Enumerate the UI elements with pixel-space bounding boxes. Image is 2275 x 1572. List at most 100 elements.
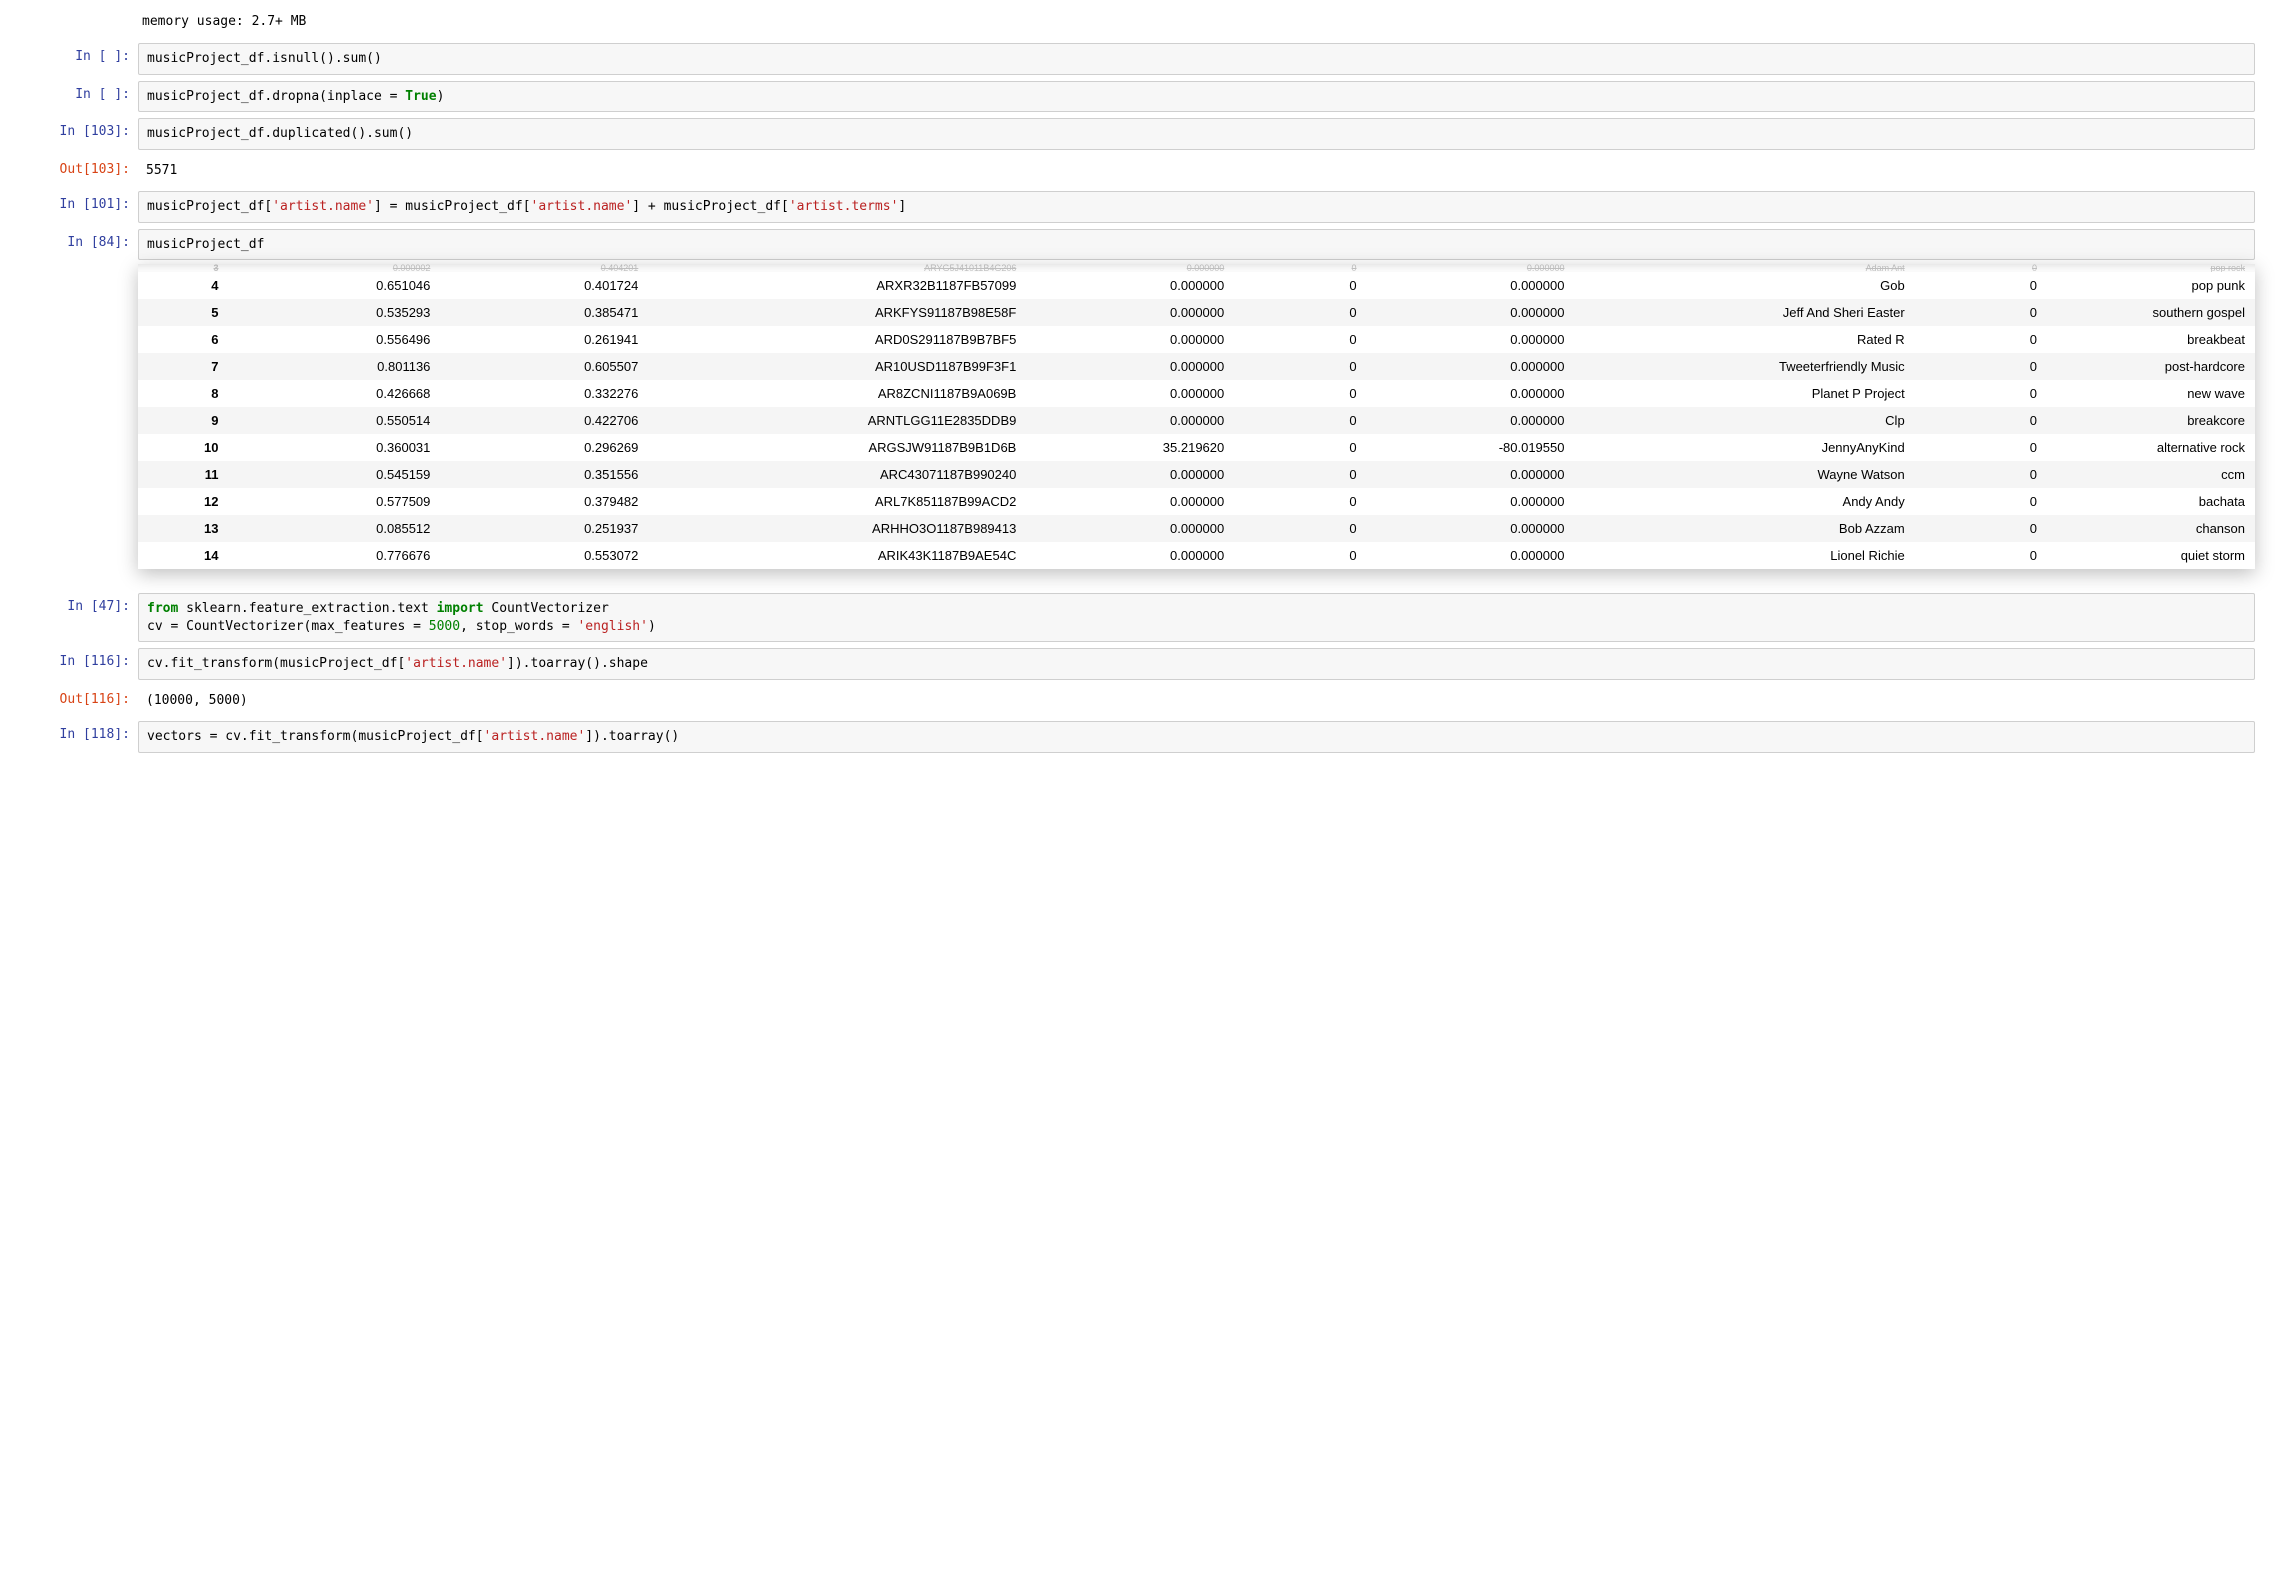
- cell: 0.535293: [233, 299, 441, 326]
- output-cell: 30.0000020.404201ARYG5J41011B4G2060.0000…: [20, 266, 2255, 569]
- output-text: (10000, 5000): [138, 686, 2255, 716]
- cell: quiet storm: [2047, 542, 2255, 569]
- cell: 0.651046: [233, 272, 441, 299]
- output-text: 5571: [138, 156, 2255, 186]
- code-cell: In [118]: vectors = cv.fit_transform(mus…: [20, 721, 2255, 753]
- cell: breakcore: [2047, 407, 2255, 434]
- cell: 0.556496: [233, 326, 441, 353]
- cell: 0.000000: [1367, 407, 1575, 434]
- cell: 0.332276: [440, 380, 648, 407]
- code-input[interactable]: musicProject_df: [138, 229, 2255, 261]
- code-input[interactable]: musicProject_df.dropna(inplace = True): [138, 81, 2255, 113]
- cell: 0.000000: [1026, 461, 1234, 488]
- row-index: 6: [138, 326, 233, 353]
- cell: Wayne Watson: [1574, 461, 1914, 488]
- row-index: 12: [138, 488, 233, 515]
- cell: Andy Andy: [1574, 488, 1914, 515]
- cell: 0.550514: [233, 407, 441, 434]
- cell: 0.000000: [1026, 272, 1234, 299]
- cell: JennyAnyKind: [1574, 434, 1914, 461]
- cell: 0.000000: [1367, 353, 1575, 380]
- cell: 0: [1234, 542, 1366, 569]
- cell: 0.261941: [440, 326, 648, 353]
- output-cell: Out[116]: (10000, 5000): [20, 686, 2255, 716]
- cell: 0: [1915, 326, 2047, 353]
- cell: pop punk: [2047, 272, 2255, 299]
- cell: 0.000000: [1026, 326, 1234, 353]
- code-input[interactable]: musicProject_df.duplicated().sum(): [138, 118, 2255, 150]
- cell: southern gospel: [2047, 299, 2255, 326]
- cell: Planet P Project: [1574, 380, 1914, 407]
- cell: 0: [1915, 353, 2047, 380]
- cell: AR8ZCNI1187B9A069B: [648, 380, 1026, 407]
- dataframe-table: 30.0000020.404201ARYG5J41011B4G2060.0000…: [138, 264, 2255, 569]
- cell: 0.379482: [440, 488, 648, 515]
- cell: ARC43071187B990240: [648, 461, 1026, 488]
- cell: Tweeterfriendly Music: [1574, 353, 1914, 380]
- cell: ARGSJW91187B9B1D6B: [648, 434, 1026, 461]
- table-row: 130.0855120.251937ARHHO3O1187B9894130.00…: [138, 515, 2255, 542]
- code-cell: In [103]: musicProject_df.duplicated().s…: [20, 118, 2255, 150]
- cell: 0.000000: [1367, 515, 1575, 542]
- cell: alternative rock: [2047, 434, 2255, 461]
- cell: 0.426668: [233, 380, 441, 407]
- cell: bachata: [2047, 488, 2255, 515]
- cell: 0.296269: [440, 434, 648, 461]
- input-prompt: In [103]:: [20, 118, 138, 139]
- output-prompt-empty: [20, 266, 138, 272]
- cell: ARD0S291187B9B7BF5: [648, 326, 1026, 353]
- cell: 0.251937: [440, 515, 648, 542]
- cell: chanson: [2047, 515, 2255, 542]
- code-cell: In [101]: musicProject_df['artist.name']…: [20, 191, 2255, 223]
- cell: 0: [1915, 380, 2047, 407]
- cell: ARIK43K1187B9AE54C: [648, 542, 1026, 569]
- code-input[interactable]: vectors = cv.fit_transform(musicProject_…: [138, 721, 2255, 753]
- cell: 0.000000: [1367, 272, 1575, 299]
- cell: new wave: [2047, 380, 2255, 407]
- preceding-output: memory usage: 2.7+ MB: [20, 10, 2255, 43]
- cell: 0.000000: [1367, 488, 1575, 515]
- code-cell: In [ ]: musicProject_df.dropna(inplace =…: [20, 81, 2255, 113]
- code-input[interactable]: musicProject_df['artist.name'] = musicPr…: [138, 191, 2255, 223]
- input-prompt: In [118]:: [20, 721, 138, 742]
- cell: ARL7K851187B99ACD2: [648, 488, 1026, 515]
- input-prompt: In [101]:: [20, 191, 138, 212]
- input-prompt: In [84]:: [20, 229, 138, 250]
- cell: 0.000000: [1026, 488, 1234, 515]
- cell: 0: [1234, 272, 1366, 299]
- cell: ARKFYS91187B98E58F: [648, 299, 1026, 326]
- code-input[interactable]: musicProject_df.isnull().sum(): [138, 43, 2255, 75]
- row-index: 13: [138, 515, 233, 542]
- dataframe-output[interactable]: 30.0000020.404201ARYG5J41011B4G2060.0000…: [138, 264, 2255, 569]
- cell: Bob Azzam: [1574, 515, 1914, 542]
- cell: 0: [1234, 434, 1366, 461]
- table-row: 80.4266680.332276AR8ZCNI1187B9A069B0.000…: [138, 380, 2255, 407]
- cell: 0: [1915, 299, 2047, 326]
- code-input[interactable]: from sklearn.feature_extraction.text imp…: [138, 593, 2255, 642]
- cell: 0: [1915, 272, 2047, 299]
- table-row: 60.5564960.261941ARD0S291187B9B7BF50.000…: [138, 326, 2255, 353]
- cell: AR10USD1187B99F3F1: [648, 353, 1026, 380]
- cell: 0: [1234, 515, 1366, 542]
- table-row: 100.3600310.296269ARGSJW91187B9B1D6B35.2…: [138, 434, 2255, 461]
- row-index: 10: [138, 434, 233, 461]
- cell: 0.000000: [1367, 299, 1575, 326]
- input-prompt: In [ ]:: [20, 43, 138, 64]
- row-index: 5: [138, 299, 233, 326]
- cell: 0: [1915, 434, 2047, 461]
- cell: Jeff And Sheri Easter: [1574, 299, 1914, 326]
- row-index: 14: [138, 542, 233, 569]
- table-row: 140.7766760.553072ARIK43K1187B9AE54C0.00…: [138, 542, 2255, 569]
- output-cell: Out[103]: 5571: [20, 156, 2255, 186]
- row-index: 7: [138, 353, 233, 380]
- output-prompt: Out[103]:: [20, 156, 138, 177]
- cell: 0.401724: [440, 272, 648, 299]
- code-input[interactable]: cv.fit_transform(musicProject_df['artist…: [138, 648, 2255, 680]
- cell: -80.019550: [1367, 434, 1575, 461]
- cell: 0.000000: [1367, 461, 1575, 488]
- cell: 0.360031: [233, 434, 441, 461]
- row-index: 8: [138, 380, 233, 407]
- cell: 0.000000: [1026, 515, 1234, 542]
- cell: 0.545159: [233, 461, 441, 488]
- table-row: 110.5451590.351556ARC43071187B9902400.00…: [138, 461, 2255, 488]
